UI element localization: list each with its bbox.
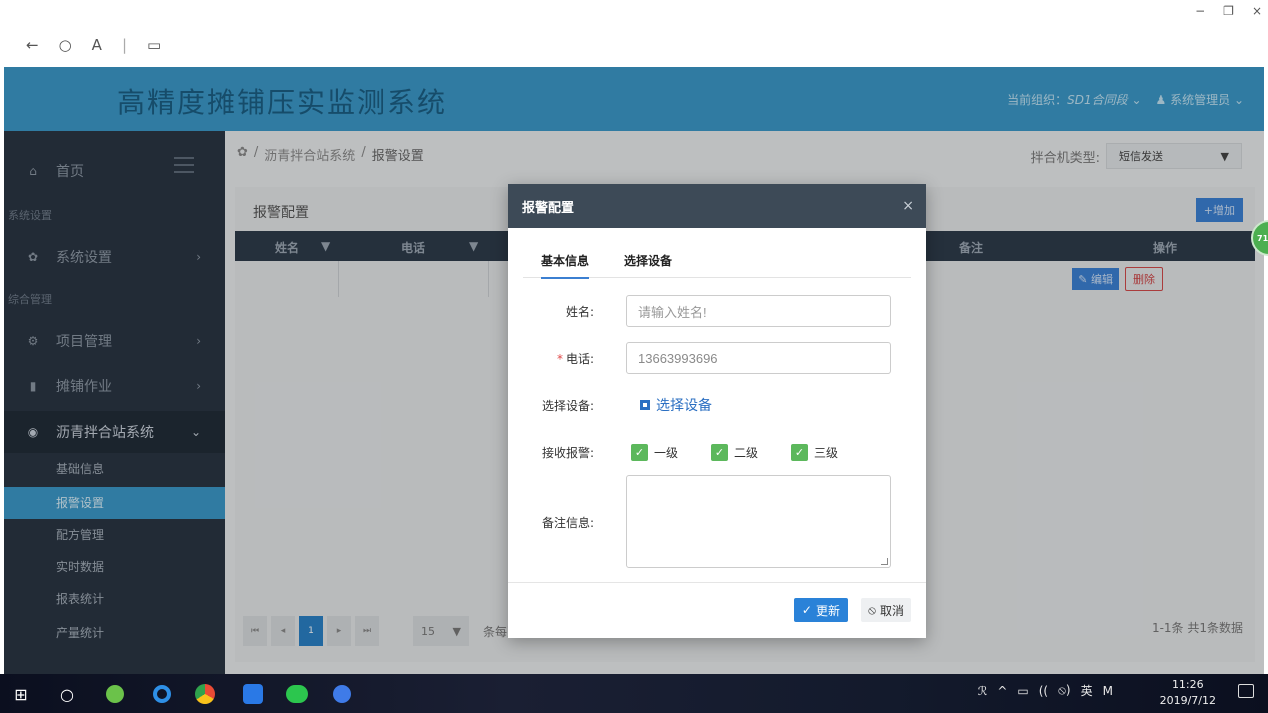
select-device-text: 选择设备 — [656, 398, 712, 414]
modal-tabs: 基本信息 选择设备 — [523, 248, 911, 279]
volume-icon[interactable]: ⦸) — [1058, 683, 1071, 698]
tabs-icon[interactable]: ▭ — [147, 36, 161, 54]
start-icon[interactable]: ⊞ — [8, 681, 34, 707]
alarm-level-label: 三级 — [814, 445, 839, 460]
edge-icon[interactable] — [149, 681, 175, 707]
notification-icon[interactable] — [1238, 684, 1254, 698]
reader-icon[interactable]: A — [92, 36, 102, 54]
tab-basic-info[interactable]: 基本信息 — [541, 252, 590, 279]
ime-mode-icon[interactable]: M — [1103, 684, 1113, 698]
alarm-level-1[interactable]: ✓ 一级 — [631, 443, 679, 461]
form-row-phone: * 电话: 13663993696 — [508, 342, 926, 374]
checkbox-checked-icon: ✓ — [791, 443, 808, 461]
minimize-icon[interactable]: − — [1195, 4, 1205, 18]
kugou-icon[interactable] — [240, 681, 266, 707]
name-label: 姓名: — [565, 304, 594, 319]
update-button[interactable]: ✓ 更新 — [793, 598, 848, 622]
alarm-level-2[interactable]: ✓ 二级 — [711, 443, 759, 461]
chrome-icon[interactable] — [192, 681, 218, 707]
system-tray: ℛ ^ ▭ (( ⦸) 英 M — [978, 682, 1113, 699]
browser-360-icon[interactable] — [102, 681, 128, 707]
browser-nav: ← ○ A | ▭ — [26, 36, 161, 54]
battery-icon[interactable]: ▭ — [1017, 684, 1028, 698]
wechat-icon[interactable] — [284, 681, 310, 707]
clock-time: 11:26 — [1171, 678, 1204, 691]
alarm-level-label: 二级 — [734, 445, 759, 460]
window-controls: − ❐ × — [1195, 4, 1262, 18]
checkbox-checked-icon: ✓ — [711, 443, 728, 461]
nav-divider: | — [121, 36, 127, 54]
phone-input[interactable]: 13663993696 — [626, 342, 891, 374]
alarm-label: 接收报警: — [541, 445, 594, 460]
name-input[interactable]: 请输入姓名! — [626, 295, 891, 327]
form-row-device: 选择设备: 选择设备 — [508, 395, 926, 415]
back-arrow-icon[interactable]: ← — [26, 36, 39, 54]
form-row-name: 姓名: 请输入姓名! — [508, 295, 926, 327]
plus-square-icon — [640, 400, 650, 410]
refresh-icon[interactable]: ○ — [59, 36, 72, 54]
cancel-label: 取消 — [879, 603, 904, 618]
alarm-config-modal: 报警配置 × 基本信息 选择设备 姓名: 请输入姓名! * 电话: 1366399… — [508, 184, 926, 638]
modal-header: 报警配置 × — [508, 184, 926, 228]
modal-footer: ✓ 更新 ⦸ 取消 — [508, 582, 926, 638]
device-label: 选择设备: — [541, 398, 594, 413]
search-icon[interactable]: ○ — [54, 681, 80, 707]
checkbox-checked-icon: ✓ — [631, 443, 648, 461]
cancel-button[interactable]: ⦸ 取消 — [861, 598, 911, 622]
ime-icon[interactable]: 英 — [1081, 682, 1093, 699]
remark-textarea[interactable] — [626, 475, 891, 568]
ban-icon: ⦸ — [868, 602, 876, 617]
wifi-icon[interactable]: (( — [1039, 684, 1048, 698]
required-mark: * — [556, 351, 563, 366]
phone-label: 电话: — [565, 351, 594, 366]
clock[interactable]: 11:26 2019/7/12 — [1160, 677, 1216, 709]
people-icon[interactable]: ℛ — [978, 684, 988, 698]
app-shield-icon[interactable] — [329, 681, 355, 707]
select-device-link[interactable]: 选择设备 — [640, 395, 712, 415]
check-icon: ✓ — [801, 603, 812, 617]
tab-select-device[interactable]: 选择设备 — [624, 252, 672, 269]
alarm-level-3[interactable]: ✓ 三级 — [791, 443, 839, 461]
modal-title: 报警配置 — [522, 200, 575, 216]
update-label: 更新 — [815, 603, 840, 618]
taskbar: ⊞ ○ ℛ ^ ▭ (( ⦸) 英 M 11:26 2019/7/12 — [0, 674, 1268, 713]
remark-label: 备注信息: — [541, 515, 594, 530]
clock-date: 2019/7/12 — [1159, 694, 1216, 707]
form-row-alarm: 接收报警: ✓ 一级 ✓ 二级 ✓ 三级 — [508, 442, 926, 462]
chevron-up-icon[interactable]: ^ — [997, 684, 1007, 698]
close-icon[interactable]: × — [902, 198, 914, 214]
alarm-level-label: 一级 — [654, 445, 679, 460]
close-window-icon[interactable]: × — [1252, 4, 1262, 18]
restore-icon[interactable]: ❐ — [1223, 4, 1234, 18]
phone-label-wrap: * 电话: — [508, 350, 594, 367]
